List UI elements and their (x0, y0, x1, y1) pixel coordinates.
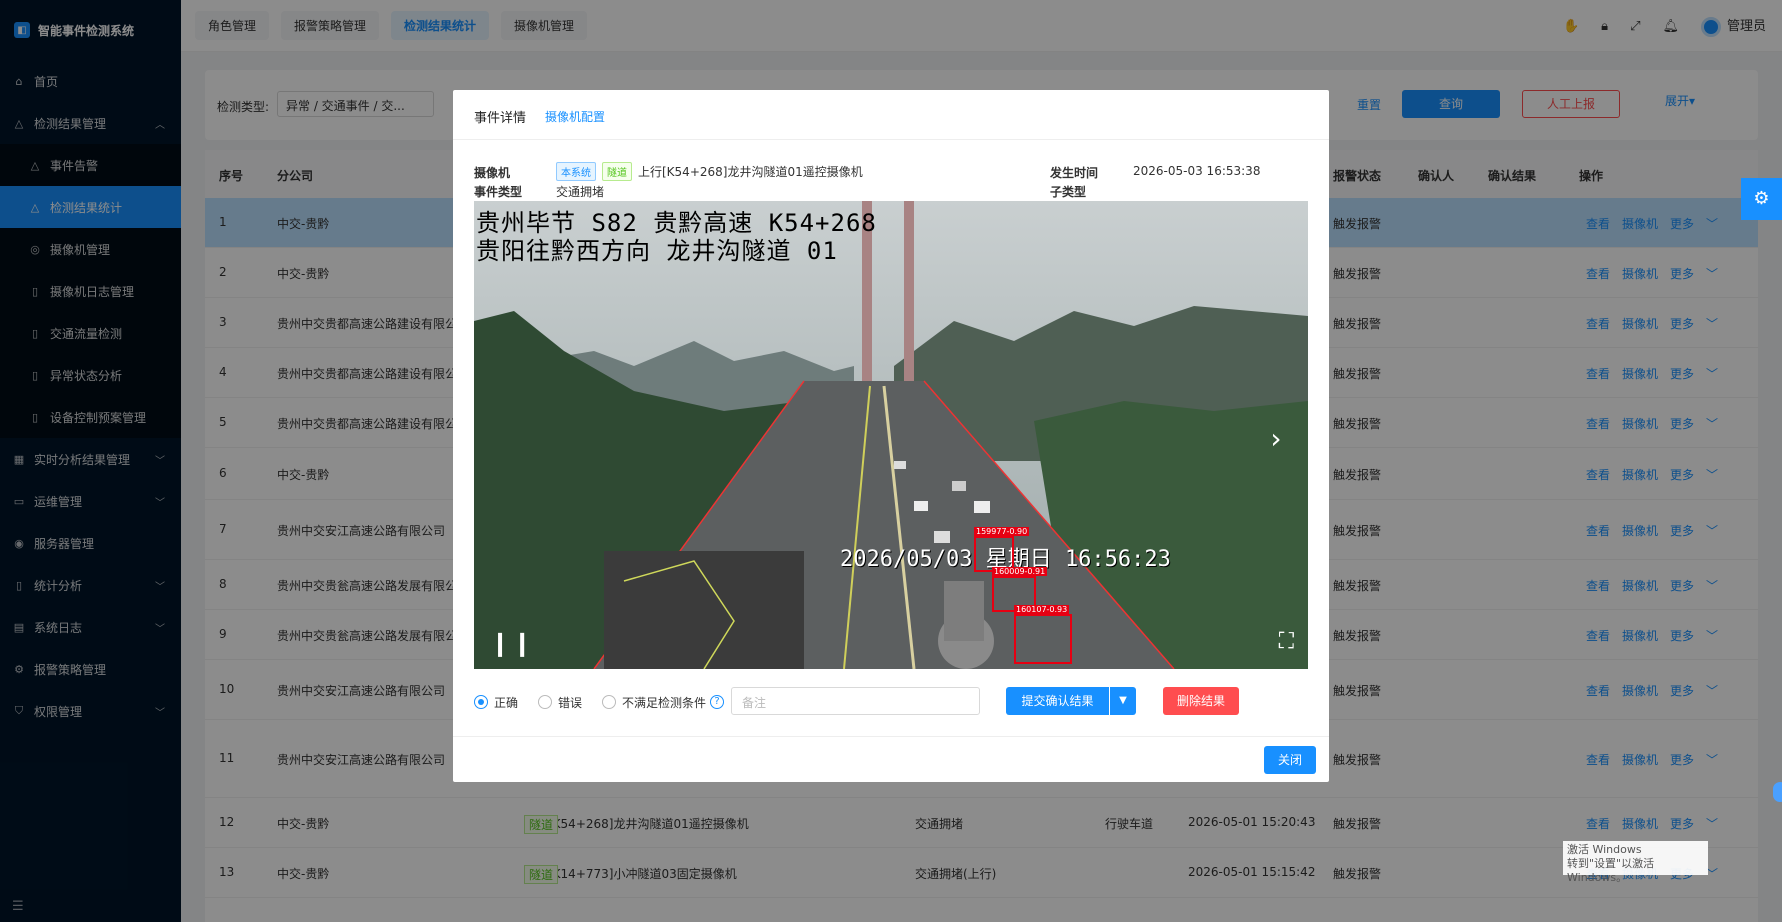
camera-config-link[interactable]: 摄像机配置 (545, 108, 605, 125)
side-handle[interactable] (1773, 782, 1782, 802)
system-badge: 本系统 (556, 162, 596, 181)
radio-off-icon (602, 695, 617, 709)
delete-result-button[interactable]: 删除结果 (1163, 687, 1239, 715)
tunnel-badge: 隧道 (602, 162, 632, 181)
overlay-location-line2: 贵阳往黔西方向 龙井沟隧道 01 (476, 237, 838, 265)
next-arrow-icon[interactable]: › (1256, 421, 1296, 461)
remark-input[interactable]: 备注 (731, 687, 980, 715)
radio-off-icon (538, 695, 553, 709)
event-type-label: 事件类型 (474, 185, 523, 199)
time-value: 2026-05-03 16:53:38 (1133, 164, 1261, 178)
radio-on-icon (474, 695, 488, 709)
windows-activation-watermark: 激活 Windows 转到"设置"以激活 Windows。 (1563, 841, 1708, 884)
camera-scene (474, 201, 1308, 669)
event-detail-modal: 事件详情 摄像机配置 摄像机 本系统 隧道 上行[K54+268]龙井沟隧道01遥控… (453, 90, 1329, 782)
modal-footer: 关闭 (453, 736, 1329, 782)
detection-label: 159977-0.90 (974, 527, 1030, 536)
close-button[interactable]: 关闭 (1264, 746, 1316, 774)
settings-gear-icon[interactable]: ⚙ (1741, 178, 1782, 220)
detection-box (1014, 614, 1072, 664)
camera-name: 上行[K54+268]龙井沟隧道01遥控摄像机 (638, 165, 863, 179)
submit-dropdown-icon[interactable]: ▼ (1110, 687, 1136, 715)
result-radio-group: 正确 错误 不满足检测条件? (474, 688, 744, 716)
overlay-location-line1: 贵州毕节 S82 贵黔高速 K54+268 (476, 209, 877, 237)
radio-wrong[interactable]: 错误 (538, 694, 582, 711)
time-label: 发生时间 (1050, 166, 1099, 180)
submit-result-button[interactable]: 提交确认结果 (1006, 687, 1109, 715)
camera-info: 本系统 隧道 上行[K54+268]龙井沟隧道01遥控摄像机 (556, 162, 863, 181)
subtype-label: 子类型 (1050, 185, 1087, 199)
radio-correct[interactable]: 正确 (474, 694, 518, 711)
detection-label: 160009-0.91 (992, 567, 1048, 576)
pause-icon[interactable]: ❙❙ (490, 629, 534, 657)
modal-title: 事件详情 (474, 111, 527, 126)
camera-label: 摄像机 (474, 166, 511, 180)
radio-unmet[interactable]: 不满足检测条件? (602, 694, 725, 711)
help-icon[interactable]: ? (710, 695, 725, 709)
detection-label: 160107-0.93 (1014, 605, 1070, 614)
fullscreen-icon[interactable]: ⛶ (1279, 629, 1294, 654)
modal-header: 事件详情 摄像机配置 (453, 90, 1329, 140)
video-player[interactable]: 贵州毕节 S82 贵黔高速 K54+268 贵阳往黔西方向 龙井沟隧道 01 2… (474, 201, 1308, 669)
event-type-value: 交通拥堵 (556, 185, 605, 199)
